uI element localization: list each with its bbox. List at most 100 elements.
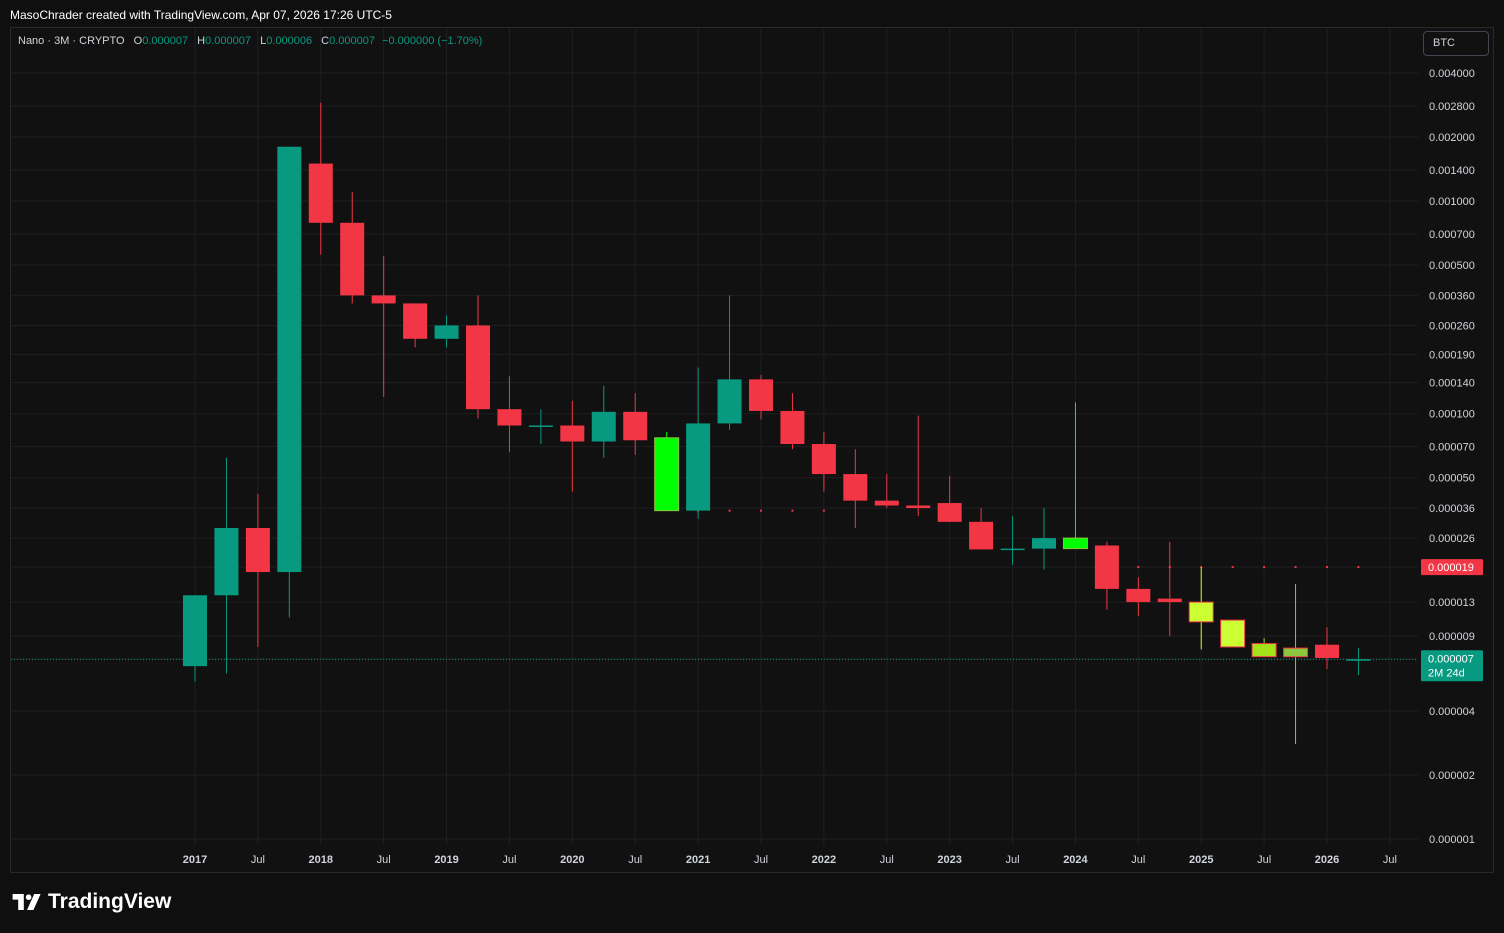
price-tick-label: 0.000026 <box>1429 533 1475 545</box>
currency-button[interactable]: BTC <box>1423 31 1489 56</box>
marker-dot <box>1137 566 1140 569</box>
time-tick-label: 2020 <box>560 854 584 866</box>
candle-body <box>1126 588 1151 603</box>
price-tick-label: 0.000700 <box>1429 229 1475 241</box>
candle-body <box>717 379 742 424</box>
change-value: −0.000000 (−1.70%) <box>382 35 483 47</box>
high-label: H <box>197 35 206 47</box>
time-tick-label: Jul <box>880 854 894 866</box>
candle-body <box>1032 538 1056 549</box>
high-value: 0.000007 <box>205 35 251 47</box>
candle-body <box>434 325 459 339</box>
price-axis: 0.004000 0.002800 0.002000 0.001400 0.001000… <box>1429 68 1475 846</box>
price-tick-label: 0.004000 <box>1429 68 1475 80</box>
low-value: 0.000006 <box>266 35 313 47</box>
time-tick-label: 2022 <box>812 854 836 866</box>
price-tick-label: 0.000190 <box>1429 349 1475 361</box>
candle-body <box>214 528 239 596</box>
candle-body <box>277 146 302 573</box>
candle-body <box>1283 647 1309 658</box>
time-tick-label: 2017 <box>183 854 207 866</box>
time-tick-label: Jul <box>502 854 516 866</box>
price-tick-label: 0.002000 <box>1429 132 1475 144</box>
close-label: C <box>321 35 330 47</box>
countdown-label: 2M 24d <box>1428 667 1465 679</box>
price-tick-label: 0.000009 <box>1429 631 1475 643</box>
candles <box>183 102 1371 744</box>
marker-dot <box>791 509 794 512</box>
candle-body <box>340 222 365 296</box>
time-tick-label: 2021 <box>686 854 710 866</box>
last-price-label: 0.000007 <box>1428 653 1474 665</box>
price-tick-label: 0.000036 <box>1429 503 1475 515</box>
candle-body <box>654 437 680 512</box>
candle-body <box>528 425 553 427</box>
time-tick-label: Jul <box>377 854 391 866</box>
price-tick-label: 0.000013 <box>1429 597 1475 609</box>
price-tick-label: 0.000360 <box>1429 290 1475 302</box>
time-tick-label: Jul <box>1383 854 1397 866</box>
symbol-legend: Nano · 3M · CRYPTO O0.000007 H0.000007 L… <box>18 35 482 47</box>
candle-body <box>560 425 585 442</box>
time-tick-label: 2024 <box>1063 854 1088 866</box>
candle-body <box>1251 643 1277 658</box>
price-tick-label: 0.002800 <box>1429 101 1475 113</box>
candle-body <box>906 505 931 509</box>
symbol-info[interactable]: Nano · 3M · CRYPTO <box>18 35 125 47</box>
time-tick-label: Jul <box>1257 854 1271 866</box>
candle-body <box>843 474 868 501</box>
marker-dot <box>1263 566 1266 569</box>
candle-body <box>308 163 333 223</box>
candle-body <box>1346 659 1371 661</box>
candle-body <box>591 411 616 442</box>
candle-body <box>466 325 490 410</box>
close-value: 0.000007 <box>329 35 375 47</box>
time-tick-label: Jul <box>628 854 642 866</box>
candle-body <box>780 410 805 445</box>
candle-body <box>1188 601 1214 623</box>
marker-price-label: 0.000019 <box>1428 562 1474 574</box>
marker-dot <box>760 509 762 512</box>
time-axis: 2017 Jul 2018 Jul 2019 Jul 2020 Jul 2021 Jul 2022 J… <box>183 854 1397 866</box>
price-tick-label: 0.000100 <box>1429 409 1475 421</box>
marker-dot <box>728 509 731 512</box>
price-tick-label: 0.000500 <box>1429 260 1475 272</box>
candle-body <box>1157 598 1182 603</box>
price-tick-label: 0.001400 <box>1429 165 1475 177</box>
candle-body <box>874 500 899 506</box>
price-tick-label: 0.000004 <box>1429 706 1475 718</box>
time-tick-label: 2025 <box>1189 854 1213 866</box>
candle-body <box>183 595 207 667</box>
marker-dot <box>822 509 825 512</box>
open-value: 0.000007 <box>142 35 189 47</box>
candle-body <box>1315 644 1339 658</box>
candle-body <box>245 528 270 573</box>
marker-dots <box>697 509 1360 569</box>
price-labels: 0.000019 0.000007 2M 24d <box>1421 559 1483 682</box>
price-tick-label: 0.000001 <box>1429 834 1475 846</box>
candle-body <box>623 411 648 441</box>
tradingview-logo-icon <box>12 894 41 910</box>
open-label: O <box>133 35 143 47</box>
time-tick-label: Jul <box>1131 854 1145 866</box>
candle-body <box>1094 545 1119 589</box>
time-tick-label: 2019 <box>434 854 458 866</box>
grid-lines <box>11 28 1418 845</box>
marker-dot <box>1357 566 1360 569</box>
time-tick-label: 2023 <box>937 854 961 866</box>
time-tick-label: Jul <box>754 854 768 866</box>
tradingview-brand: TradingView <box>48 890 172 913</box>
tradingview-logo[interactable]: TradingView <box>12 890 171 914</box>
candlestick-chart[interactable]: 0.004000 0.002800 0.002000 0.001400 0.001000… <box>0 0 1504 933</box>
candle-body <box>686 423 711 511</box>
candle-body <box>811 444 836 475</box>
candle-body <box>1220 619 1246 648</box>
marker-dot <box>1326 566 1328 569</box>
price-tick-label: 0.000002 <box>1429 770 1475 782</box>
price-tick-label: 0.000050 <box>1429 473 1475 485</box>
time-tick-label: 2018 <box>309 854 333 866</box>
time-tick-label: 2026 <box>1315 854 1339 866</box>
marker-dot <box>1294 566 1297 569</box>
time-tick-label: Jul <box>251 854 265 866</box>
candle-body <box>937 503 962 522</box>
